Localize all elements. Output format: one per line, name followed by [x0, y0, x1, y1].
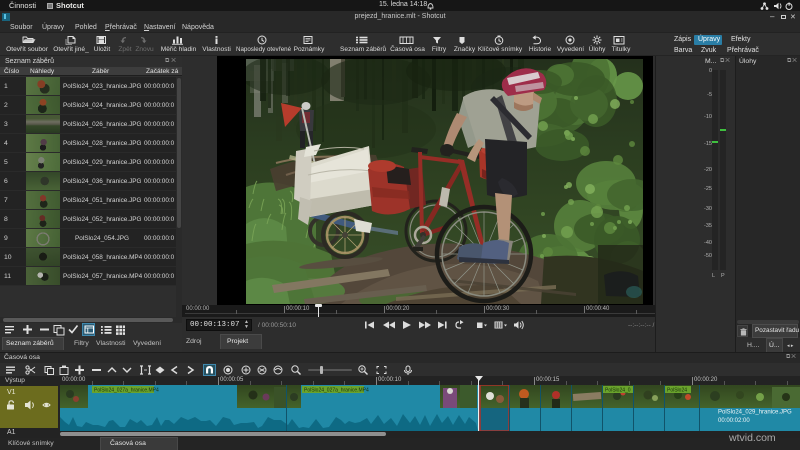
svg-text:PolSlo24_029_hranice.JPG: PolSlo24_029_hranice.JPG — [718, 410, 792, 416]
svg-text:PolSlo24_027a_hranice.MP4: PolSlo24_027a_hranice.MP4 — [304, 388, 369, 394]
svg-text:PolSlo24_027a_hranice.MP4: PolSlo24_027a_hranice.MP4 — [94, 388, 159, 394]
svg-text:PolSlo24: PolSlo24 — [667, 388, 687, 394]
svg-text:00:00:02:00: 00:00:02:00 — [718, 418, 750, 424]
svg-text:PolSlo24_0: PolSlo24_0 — [605, 388, 631, 394]
